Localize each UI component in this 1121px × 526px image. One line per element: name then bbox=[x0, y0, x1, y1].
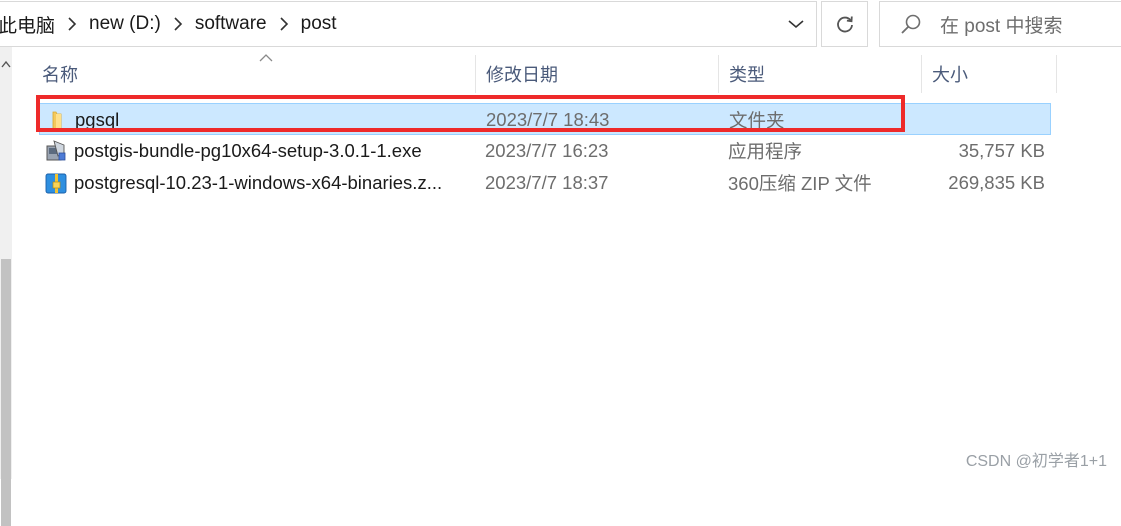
search-box[interactable]: 在 post 中搜索 bbox=[879, 1, 1121, 47]
file-row-postgis-installer[interactable]: postgis-bundle-pg10x64-setup-3.0.1-1.exe… bbox=[39, 135, 1051, 167]
column-header-date-label: 修改日期 bbox=[486, 65, 558, 85]
column-header-size-label: 大小 bbox=[932, 65, 968, 85]
column-header-date[interactable]: 修改日期 bbox=[475, 55, 718, 93]
column-headers: 名称 修改日期 类型 大小 bbox=[12, 47, 1121, 100]
breadcrumb-drive[interactable]: new (D:) bbox=[89, 13, 161, 35]
breadcrumb-post[interactable]: post bbox=[301, 13, 337, 35]
column-header-type-label: 类型 bbox=[729, 65, 765, 85]
refresh-button[interactable] bbox=[821, 1, 868, 47]
file-name: postgis-bundle-pg10x64-setup-3.0.1-1.exe bbox=[74, 140, 422, 161]
breadcrumb-chevron-icon[interactable] bbox=[55, 2, 89, 46]
navigation-bar: 此电脑 new (D:) software post 在 post 中搜索 bbox=[0, 0, 1121, 47]
file-date: 2023/7/7 18:37 bbox=[485, 172, 609, 193]
file-name: postgresql-10.23-1-windows-x64-binaries.… bbox=[74, 172, 443, 193]
scroll-up-arrow-icon[interactable] bbox=[0, 57, 12, 71]
column-header-size[interactable]: 大小 bbox=[921, 55, 1057, 93]
search-placeholder[interactable]: 在 post 中搜索 bbox=[940, 11, 1062, 38]
file-date: 2023/7/7 16:23 bbox=[485, 140, 609, 161]
breadcrumb-chevron-icon[interactable] bbox=[161, 2, 195, 46]
address-bar[interactable]: 此电脑 new (D:) software post bbox=[0, 1, 817, 47]
search-icon bbox=[901, 14, 921, 34]
file-size: 35,757 KB bbox=[958, 140, 1045, 161]
breadcrumb-this-pc[interactable]: 此电脑 bbox=[0, 11, 55, 38]
chevron-down-icon[interactable] bbox=[780, 2, 812, 46]
watermark: CSDN @初学者1+1 bbox=[965, 453, 1107, 470]
file-size: 269,835 KB bbox=[948, 172, 1045, 193]
column-header-type[interactable]: 类型 bbox=[718, 55, 921, 93]
column-header-name-label: 名称 bbox=[42, 65, 78, 85]
file-type: 360压缩 ZIP 文件 bbox=[728, 173, 872, 194]
breadcrumb-chevron-icon[interactable] bbox=[267, 2, 301, 46]
highlight-annotation-box bbox=[36, 95, 905, 132]
refresh-icon bbox=[836, 16, 853, 33]
navigation-pane-scrollbar[interactable] bbox=[0, 47, 12, 526]
file-row-postgresql-zip[interactable]: postgresql-10.23-1-windows-x64-binaries.… bbox=[39, 167, 1051, 199]
column-header-name[interactable]: 名称 bbox=[32, 55, 475, 93]
zip-archive-icon bbox=[45, 173, 67, 194]
scrollbar-thumb[interactable] bbox=[1, 259, 11, 526]
breadcrumb-software[interactable]: software bbox=[195, 13, 267, 35]
installer-icon bbox=[46, 140, 66, 161]
file-type: 应用程序 bbox=[728, 141, 803, 162]
